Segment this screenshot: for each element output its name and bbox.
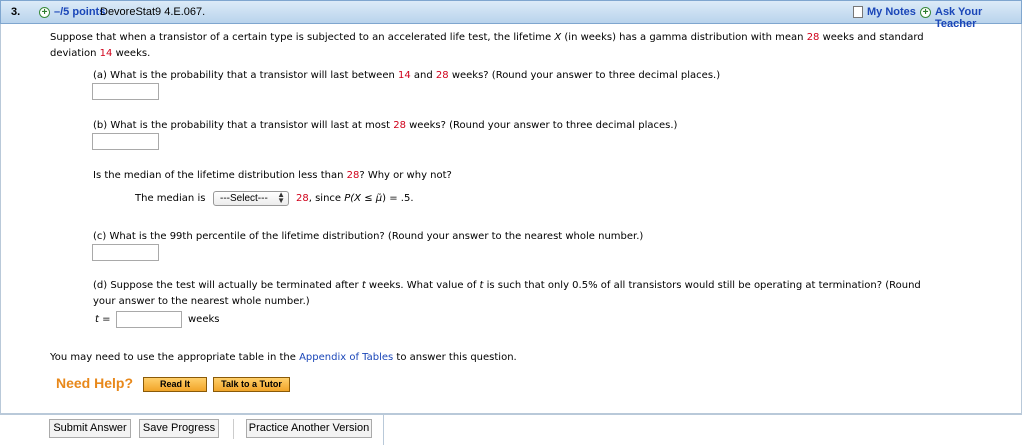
my-notes-link[interactable]: My Notes xyxy=(867,6,916,18)
weeks-unit-label: weeks xyxy=(188,314,220,325)
intro-line-1: Suppose that when a transistor of a cert… xyxy=(50,32,924,43)
expand-plus-icon[interactable]: + xyxy=(39,7,50,18)
question-header: 3. + –/5 points DevoreStat9 4.E.067. My … xyxy=(0,0,1022,30)
part-d-question-line-2: your answer to the nearest whole number.… xyxy=(93,296,310,307)
appendix-of-tables-link[interactable]: Appendix of Tables xyxy=(299,352,393,363)
button-bar-edge xyxy=(383,414,384,445)
part-a-question: (a) What is the probability that a trans… xyxy=(93,70,721,81)
question-number: 3. xyxy=(11,6,21,18)
points-label: –/5 points xyxy=(54,6,106,18)
part-c-answer-input[interactable] xyxy=(92,244,159,261)
part-a-answer-input[interactable] xyxy=(92,83,159,100)
part-d-question-line-1: (d) Suppose the test will actually be te… xyxy=(93,280,921,291)
talk-to-tutor-button[interactable]: Talk to a Tutor xyxy=(213,377,290,392)
question-code: DevoreStat9 4.E.067. xyxy=(100,6,206,18)
part-b-answer-input[interactable] xyxy=(92,133,159,150)
practice-another-version-button[interactable]: Practice Another Version xyxy=(246,419,372,438)
save-progress-button[interactable]: Save Progress xyxy=(139,419,219,438)
notes-page-icon[interactable] xyxy=(853,6,863,18)
part-d-answer-input[interactable] xyxy=(116,311,182,328)
intro-line-2: deviation 14 weeks. xyxy=(50,48,151,59)
part-c-question: (c) What is the 99th percentile of the l… xyxy=(93,231,644,242)
ask-teacher-plus-icon[interactable]: + xyxy=(920,7,931,18)
t-equals-label: t = xyxy=(95,314,111,325)
median-label: The median is xyxy=(135,193,206,204)
part-b-question: (b) What is the probability that a trans… xyxy=(93,120,678,131)
median-question: Is the median of the lifetime distributi… xyxy=(93,170,452,181)
appendix-note: You may need to use the appropriate tabl… xyxy=(50,352,517,363)
select-value: ---Select--- xyxy=(220,193,268,204)
need-help-title: Need Help? xyxy=(56,375,134,391)
select-arrows-icon: ▲ ▼ xyxy=(277,190,285,205)
median-since-text: 28, since P(X ≤ μ̃) = .5. xyxy=(296,193,414,204)
submit-answer-button[interactable]: Submit Answer xyxy=(49,419,131,438)
button-separator xyxy=(233,419,234,439)
panel-bottom-border xyxy=(0,414,1022,415)
read-it-button[interactable]: Read It xyxy=(143,377,207,392)
median-comparison-select[interactable]: ---Select--- ▲ ▼ xyxy=(213,191,289,206)
